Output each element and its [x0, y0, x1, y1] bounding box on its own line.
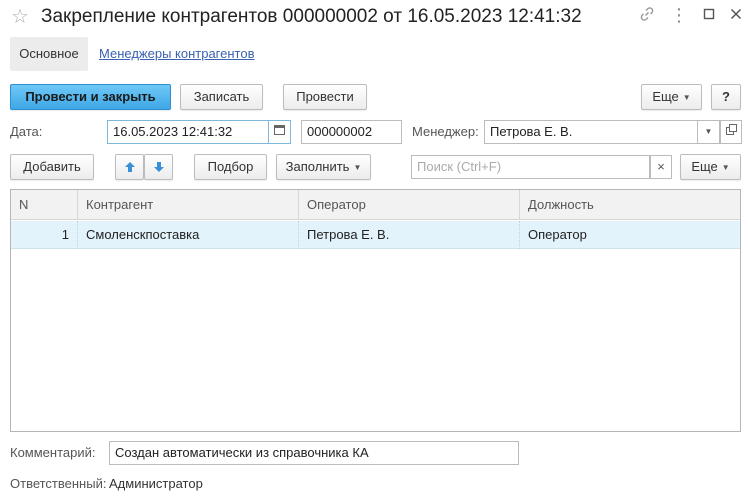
column-header-n[interactable]: N — [11, 190, 78, 220]
table-more-label: Еще — [691, 159, 718, 174]
chevron-down-icon: ▼ — [353, 163, 362, 172]
table-row[interactable]: 1 Смоленскпоставка Петрова Е. В. Операто… — [11, 221, 740, 249]
table-more-button[interactable]: Еще ▼ — [680, 154, 741, 180]
cell-position: Оператор — [528, 227, 587, 242]
date-input[interactable]: 16.05.2023 12:41:32 — [107, 120, 269, 144]
maximize-icon[interactable] — [699, 6, 719, 26]
link-icon[interactable] — [637, 6, 657, 26]
more-actions-button[interactable]: Еще ▼ — [641, 84, 702, 110]
tab-counterparty-managers[interactable]: Менеджеры контрагентов — [99, 46, 255, 62]
cell-n: 1 — [11, 221, 78, 249]
open-icon-graphic — [725, 124, 737, 135]
cell-counterparty: Смоленскпоставка — [78, 221, 299, 249]
arrow-down-icon — [153, 162, 164, 172]
responsible-value: Администратор — [109, 476, 203, 491]
move-down-button[interactable] — [144, 154, 173, 180]
chevron-down-icon: ▼ — [682, 93, 691, 102]
close-icon[interactable] — [726, 6, 746, 26]
select-button[interactable]: Подбор — [194, 154, 267, 180]
responsible-label: Ответственный: — [10, 476, 107, 491]
add-row-button[interactable]: Добавить — [10, 154, 94, 180]
fill-button[interactable]: Заполнить ▼ — [276, 154, 371, 180]
counterparties-table: N Контрагент Оператор Должность 1 Смолен… — [10, 189, 741, 432]
more-actions-label: Еще — [652, 89, 679, 104]
clear-search-icon[interactable]: × — [650, 155, 672, 179]
chevron-down-icon: ▼ — [721, 163, 730, 172]
comment-label: Комментарий: — [10, 445, 96, 460]
manager-input[interactable]: Петрова Е. В. — [484, 120, 698, 144]
document-number-input[interactable]: 000000002 — [301, 120, 402, 144]
search-input[interactable]: Поиск (Ctrl+F) — [411, 155, 650, 179]
save-button[interactable]: Записать — [180, 84, 263, 110]
manager-label: Менеджер: — [412, 124, 479, 139]
date-label: Дата: — [10, 124, 43, 139]
link-icon-graphic — [640, 7, 654, 21]
table-header: N Контрагент Оператор Должность — [11, 190, 740, 220]
open-manager-icon[interactable] — [720, 120, 742, 144]
comment-input[interactable]: Создан автоматически из справочника КА — [109, 441, 519, 465]
column-header-counterparty[interactable]: Контрагент — [78, 190, 299, 220]
post-and-close-button[interactable]: Провести и закрыть — [10, 84, 171, 110]
close-icon-graphic — [730, 8, 742, 20]
calendar-icon[interactable] — [269, 120, 291, 144]
arrow-up-icon — [124, 162, 135, 172]
favorite-star-icon[interactable]: ☆ — [11, 6, 29, 28]
maximize-icon-graphic — [703, 8, 715, 20]
fill-button-label: Заполнить — [285, 159, 350, 174]
help-button[interactable]: ? — [711, 84, 741, 110]
manager-dropdown-icon[interactable]: ▼ — [698, 120, 720, 144]
tab-main[interactable]: Основное — [10, 37, 88, 71]
move-up-button[interactable] — [115, 154, 144, 180]
more-vert-icon[interactable]: ⋮ — [669, 6, 689, 26]
column-header-position[interactable]: Должность — [520, 190, 740, 220]
cell-operator: Петрова Е. В. — [299, 221, 520, 249]
window-title: Закрепление контрагентов 000000002 от 16… — [41, 6, 582, 27]
column-header-operator[interactable]: Оператор — [299, 190, 520, 220]
calendar-icon-graphic — [274, 125, 285, 135]
post-button[interactable]: Провести — [283, 84, 367, 110]
